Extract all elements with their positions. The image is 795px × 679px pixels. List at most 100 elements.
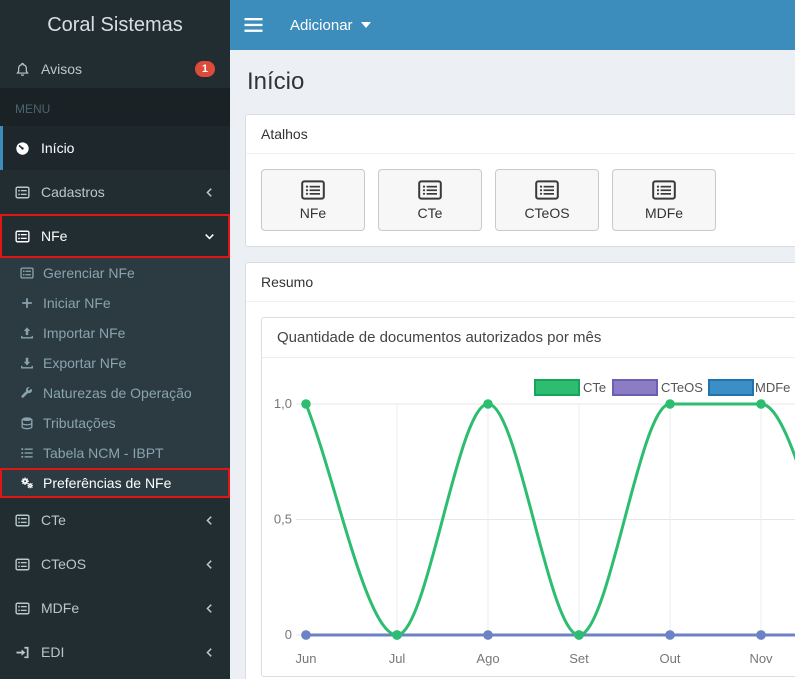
svg-text:0,5: 0,5	[274, 512, 292, 527]
svg-text:Jul: Jul	[389, 651, 406, 666]
upload-icon	[20, 326, 34, 340]
bell-icon	[15, 62, 30, 77]
chevron-left-icon	[204, 559, 215, 570]
submenu-item-exportar-nfe[interactable]: Exportar NFe	[0, 348, 230, 378]
nfe-submenu: Gerenciar NFe Iniciar NFe Importar NFe E…	[0, 258, 230, 498]
sidebar-item-label: CTe	[41, 512, 66, 528]
shortcut-nfe-button[interactable]: NFe	[261, 169, 365, 231]
svg-text:CTeOS: CTeOS	[661, 380, 703, 395]
shortcut-buttons: NFe CTe CTeOS MDFe	[261, 169, 795, 231]
shortcut-label: CTeOS	[524, 204, 570, 221]
submenu-item-naturezas-de-operacao[interactable]: Naturezas de Operação	[0, 378, 230, 408]
sidebar-item-label: Cadastros	[41, 184, 105, 200]
annotation-box-nfe	[0, 214, 230, 258]
list-alt-icon	[535, 180, 559, 200]
sidebar-item-avisos[interactable]: Avisos 1	[0, 50, 230, 88]
list-box-icon	[15, 601, 30, 616]
menu-section-header: MENU	[0, 88, 230, 126]
sidebar-item-label: MDFe	[41, 600, 80, 616]
sign-in-icon	[15, 645, 30, 660]
svg-text:CTe: CTe	[583, 380, 606, 395]
chevron-left-icon	[204, 187, 215, 198]
svg-text:Nov: Nov	[749, 651, 773, 666]
wrench-icon	[20, 386, 34, 400]
list-alt-icon	[301, 180, 325, 200]
submenu-item-label: Exportar NFe	[43, 355, 127, 371]
adicionar-dropdown[interactable]: Adicionar	[276, 0, 385, 50]
tachometer-icon	[15, 141, 30, 156]
svg-text:Ago: Ago	[476, 651, 499, 666]
summary-chart[interactable]: 00,51,0JunJulAgoSetOutNovDezCTeCTeOSMDFe	[262, 358, 795, 676]
list-alt-icon	[652, 180, 676, 200]
list-box-icon	[15, 557, 30, 572]
svg-text:Set: Set	[569, 651, 589, 666]
hamburger-icon	[244, 18, 263, 32]
shortcut-label: MDFe	[644, 204, 684, 221]
submenu-item-label: Tributações	[43, 415, 116, 431]
atalhos-panel: Atalhos NFe CTe CTeOS MDFe	[245, 114, 795, 247]
database-icon	[20, 416, 34, 430]
svg-text:MDFe: MDFe	[755, 380, 790, 395]
sidebar-item-mdfe[interactable]: MDFe	[0, 586, 230, 630]
submenu-item-preferencias-de-nfe[interactable]: Preferências de NFe	[0, 468, 230, 498]
sidebar-item-label: CTeOS	[41, 556, 87, 572]
shortcut-cteos-button[interactable]: CTeOS	[495, 169, 599, 231]
sidebar: Coral Sistemas Avisos 1 MENU Início Cada…	[0, 0, 230, 679]
main-area: Adicionar Início Atalhos NFe CTe CTeOS M…	[230, 0, 795, 679]
submenu-item-label: Importar NFe	[43, 325, 126, 341]
chart-area: 00,51,0JunJulAgoSetOutNovDezCTeCTeOSMDFe	[262, 358, 795, 676]
shortcut-label: CTe	[417, 204, 443, 221]
svg-text:1,0: 1,0	[274, 396, 292, 411]
submenu-item-importar-nfe[interactable]: Importar NFe	[0, 318, 230, 348]
sidebar-item-label: NFe	[41, 228, 68, 244]
chart-panel: Quantidade de documentos autorizados por…	[261, 317, 795, 677]
avisos-label: Avisos	[41, 61, 82, 77]
sidebar-item-label: EDI	[41, 644, 65, 660]
adicionar-label: Adicionar	[290, 16, 353, 34]
topbar: Adicionar	[230, 0, 795, 50]
cogs-icon	[20, 476, 34, 490]
submenu-item-label: Naturezas de Operação	[43, 385, 192, 401]
submenu-item-iniciar-nfe[interactable]: Iniciar NFe	[0, 288, 230, 318]
svg-text:0: 0	[285, 627, 292, 642]
chevron-left-icon	[204, 647, 215, 658]
list-alt-icon	[418, 180, 442, 200]
chart-title: Quantidade de documentos autorizados por…	[262, 318, 795, 358]
resumo-panel: Resumo Quantidade de documentos autoriza…	[245, 262, 795, 679]
sidebar-item-cteos[interactable]: CTeOS	[0, 542, 230, 586]
list-box-icon	[15, 513, 30, 528]
list-ul-icon	[20, 446, 34, 460]
submenu-item-label: Tabela NCM - IBPT	[43, 445, 164, 461]
submenu-item-label: Iniciar NFe	[43, 295, 111, 311]
plus-icon	[20, 296, 34, 310]
chevron-left-icon	[204, 603, 215, 614]
sidebar-item-label: Início	[41, 140, 75, 156]
resumo-panel-header: Resumo	[246, 263, 795, 302]
submenu-item-tributacoes[interactable]: Tributações	[0, 408, 230, 438]
shortcut-label: NFe	[299, 204, 327, 221]
page-title: Início	[247, 68, 305, 95]
sidebar-item-cadastros[interactable]: Cadastros	[0, 170, 230, 214]
sidebar-toggle-button[interactable]	[230, 0, 276, 50]
submenu-item-label: Preferências de NFe	[43, 475, 172, 491]
content: Início Atalhos NFe CTe CTeOS MDFe Resumo…	[230, 50, 795, 679]
submenu-item-tabela-ncm-ibpt[interactable]: Tabela NCM - IBPT	[0, 438, 230, 468]
brand-title: Coral Sistemas	[47, 14, 183, 36]
download-icon	[20, 356, 34, 370]
list-box-icon	[15, 229, 30, 244]
shortcut-cte-button[interactable]: CTe	[378, 169, 482, 231]
chevron-down-icon	[204, 231, 215, 242]
sidebar-item-edi[interactable]: EDI	[0, 630, 230, 674]
sidebar-item-cte[interactable]: CTe	[0, 498, 230, 542]
list-box-icon	[20, 266, 34, 280]
notification-badge: 1	[194, 61, 215, 77]
sidebar-item-inicio[interactable]: Início	[0, 126, 230, 170]
submenu-item-label: Gerenciar NFe	[43, 265, 135, 281]
caret-down-icon	[361, 22, 371, 28]
chevron-left-icon	[204, 515, 215, 526]
list-box-icon	[15, 185, 30, 200]
shortcut-mdfe-button[interactable]: MDFe	[612, 169, 716, 231]
sidebar-item-nfe[interactable]: NFe	[0, 214, 230, 258]
svg-text:Jun: Jun	[296, 651, 317, 666]
submenu-item-gerenciar-nfe[interactable]: Gerenciar NFe	[0, 258, 230, 288]
